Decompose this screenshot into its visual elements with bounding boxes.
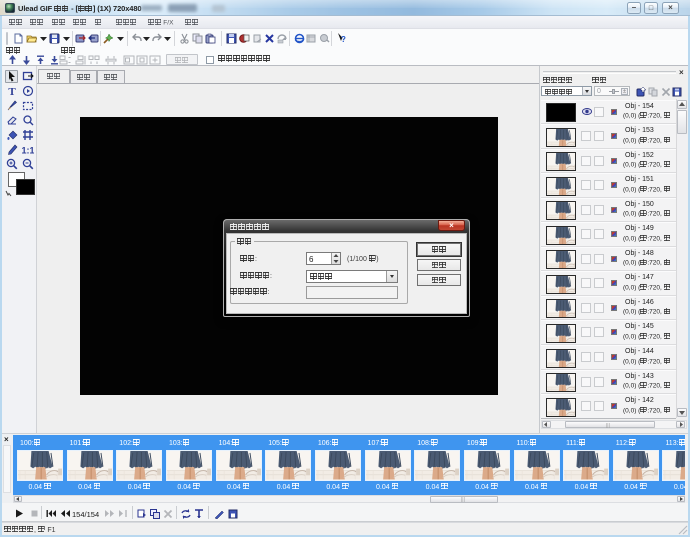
svg-text:T: T [8, 86, 16, 97]
svg-text:?: ? [341, 35, 346, 44]
svg-text:1:1: 1:1 [22, 145, 34, 155]
